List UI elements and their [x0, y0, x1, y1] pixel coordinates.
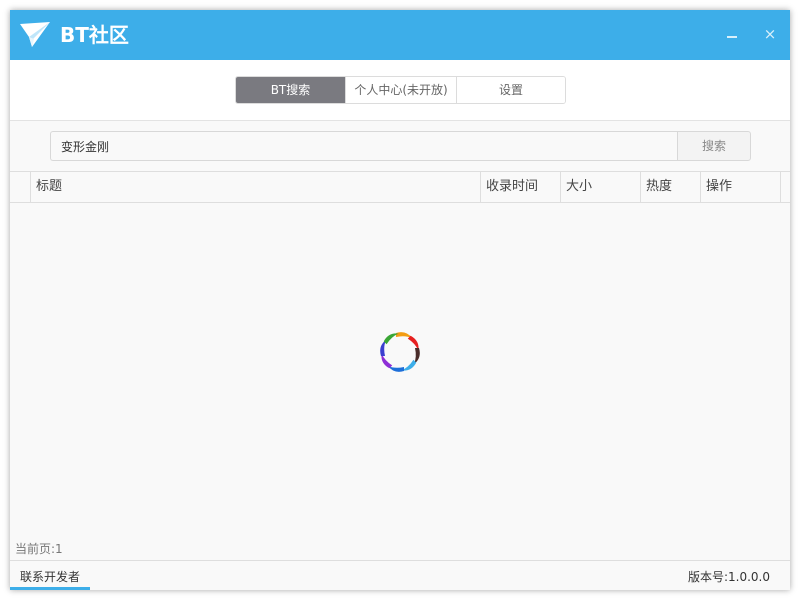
- contact-underline: [10, 587, 90, 590]
- table-header-end: [780, 172, 790, 202]
- results-table-header: 标题 收录时间 大小 热度 操作: [10, 171, 790, 203]
- column-header-size[interactable]: 大小: [560, 172, 640, 202]
- title-bar[interactable]: BT社区 ×: [10, 10, 790, 60]
- loading-spinner-icon: [380, 332, 420, 372]
- footer-bar: 联系开发者 版本号:1.0.0.0: [10, 560, 790, 590]
- column-header-popularity[interactable]: 热度: [640, 172, 700, 202]
- app-window: BT社区 × BT搜索 个人中心(未开放) 设置 搜索 标题 收录时间 大小 热…: [10, 10, 790, 590]
- version-label: 版本号:1.0.0.0: [687, 570, 770, 584]
- close-button[interactable]: ×: [758, 22, 782, 46]
- minimize-button[interactable]: [720, 22, 744, 46]
- column-header-title[interactable]: 标题: [30, 172, 480, 202]
- tab-personal-center[interactable]: 个人中心(未开放): [345, 77, 456, 103]
- search-row: 搜索: [50, 131, 751, 161]
- tab-bar: BT搜索 个人中心(未开放) 设置: [10, 60, 790, 121]
- search-input[interactable]: [50, 131, 687, 161]
- search-button[interactable]: 搜索: [677, 131, 751, 161]
- current-page-label: 当前页:1: [15, 542, 63, 556]
- close-icon: ×: [763, 25, 777, 43]
- tab-group: BT搜索 个人中心(未开放) 设置: [235, 76, 566, 104]
- table-header-spacer: [10, 172, 30, 202]
- column-header-action[interactable]: 操作: [700, 172, 780, 202]
- column-header-time[interactable]: 收录时间: [480, 172, 560, 202]
- contact-developer-link[interactable]: 联系开发者: [20, 568, 80, 585]
- tab-bt-search[interactable]: BT搜索: [236, 77, 345, 103]
- tab-settings[interactable]: 设置: [456, 77, 565, 103]
- minimize-icon: [727, 36, 737, 38]
- app-title: BT社区: [60, 23, 129, 47]
- paper-plane-logo-icon: [20, 22, 50, 47]
